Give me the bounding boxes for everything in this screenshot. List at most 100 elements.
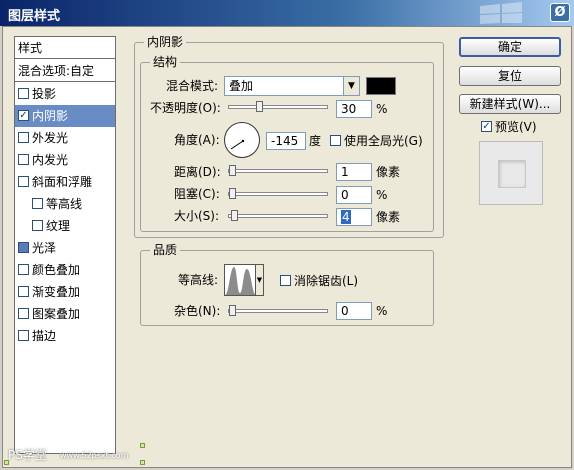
noise-label: 杂色(N): xyxy=(174,304,221,318)
close-button[interactable]: Ø xyxy=(550,3,570,22)
structure-title: 结构 xyxy=(150,55,181,69)
distance-slider[interactable] xyxy=(228,165,328,176)
style-item-satin[interactable]: 光泽 xyxy=(15,237,115,259)
style-item-inner-glow[interactable]: 内发光 xyxy=(15,149,115,171)
opacity-slider[interactable] xyxy=(228,101,328,112)
inner-shadow-title: 内阴影 xyxy=(144,35,187,49)
noise-slider-thumb[interactable] xyxy=(229,305,236,316)
anti-alias-option[interactable]: 消除锯齿(L) xyxy=(280,272,358,290)
checkbox-icon[interactable] xyxy=(32,220,43,231)
style-item-inner-shadow[interactable]: ✓ 内阴影 xyxy=(15,105,115,127)
angle-input[interactable]: -145 xyxy=(266,132,306,150)
window-title: 图层样式 xyxy=(8,9,61,24)
styles-header[interactable]: 样式 xyxy=(15,37,115,59)
checkbox-icon[interactable] xyxy=(18,264,29,275)
choke-unit: % xyxy=(376,188,388,202)
contour-curve-icon xyxy=(225,267,256,295)
style-item-gradient-overlay[interactable]: 渐变叠加 xyxy=(15,281,115,303)
style-item-label: 外发光 xyxy=(32,131,69,145)
opacity-label: 不透明度(O): xyxy=(150,101,221,115)
blend-options-item[interactable]: 混合选项:自定 xyxy=(15,60,115,82)
new-style-button[interactable]: 新建样式(W)... xyxy=(459,94,561,114)
checkbox-checked-icon[interactable] xyxy=(18,242,29,253)
styles-list: 样式 混合选项:自定 投影 ✓ 内阴影 外发光 内发光 斜面和浮雕 等高线 纹理 … xyxy=(14,36,116,454)
size-label: 大小(S): xyxy=(174,209,220,223)
style-item-color-overlay[interactable]: 颜色叠加 xyxy=(15,259,115,281)
windows-logo-icon xyxy=(480,2,522,24)
size-value: 4 xyxy=(341,210,351,224)
choke-slider[interactable] xyxy=(228,188,328,199)
style-item-drop-shadow[interactable]: 投影 xyxy=(15,83,115,105)
reset-button[interactable]: 复位 xyxy=(459,66,561,86)
size-slider-thumb[interactable] xyxy=(231,210,238,221)
chevron-down-icon: ▼ xyxy=(343,77,359,95)
shadow-color-swatch[interactable] xyxy=(366,77,396,95)
global-light-option[interactable]: 使用全局光(G) xyxy=(330,132,423,150)
checkbox-icon[interactable] xyxy=(18,132,29,143)
ok-button[interactable]: 确定 xyxy=(459,37,561,57)
choke-label: 阻塞(C): xyxy=(174,187,220,201)
noise-slider[interactable] xyxy=(228,305,328,316)
distance-slider-thumb[interactable] xyxy=(229,165,236,176)
style-item-pattern-overlay[interactable]: 图案叠加 xyxy=(15,303,115,325)
watermark-logo: PS学堂 xyxy=(8,448,47,462)
opacity-input[interactable]: 30 xyxy=(336,100,372,118)
checkbox-icon[interactable] xyxy=(18,88,29,99)
checkbox-checked-icon[interactable]: ✓ xyxy=(18,110,29,121)
corner-marker xyxy=(140,460,145,465)
title-bar: 图层样式 Ø xyxy=(0,0,574,26)
opacity-unit: % xyxy=(376,102,388,116)
contour-label: 等高线: xyxy=(178,273,219,287)
style-item-label: 等高线 xyxy=(46,197,83,211)
opacity-slider-thumb[interactable] xyxy=(256,101,263,112)
style-item-label: 颜色叠加 xyxy=(32,263,81,277)
checkbox-icon[interactable] xyxy=(280,275,291,286)
contour-picker[interactable]: ▼ xyxy=(224,264,264,296)
checkbox-icon[interactable] xyxy=(18,308,29,319)
style-item-contour[interactable]: 等高线 xyxy=(15,193,115,215)
style-item-outer-glow[interactable]: 外发光 xyxy=(15,127,115,149)
chevron-down-icon: ▼ xyxy=(255,265,263,295)
checkbox-icon[interactable] xyxy=(18,330,29,341)
style-item-label: 内阴影 xyxy=(32,109,69,123)
quality-title: 品质 xyxy=(150,243,181,257)
noise-input[interactable]: 0 xyxy=(336,302,372,320)
style-item-label: 投影 xyxy=(32,87,57,101)
checkbox-icon[interactable] xyxy=(32,198,43,209)
blend-mode-select[interactable]: 叠加 ▼ xyxy=(224,76,360,96)
choke-input[interactable]: 0 xyxy=(336,186,372,204)
preview-thumbnail xyxy=(498,160,526,188)
size-unit: 像素 xyxy=(376,210,401,224)
style-item-stroke[interactable]: 描边 xyxy=(15,325,115,347)
style-item-texture[interactable]: 纹理 xyxy=(15,215,115,237)
checkbox-checked-icon[interactable]: ✓ xyxy=(481,121,492,132)
style-item-label: 斜面和浮雕 xyxy=(32,175,93,189)
size-slider[interactable] xyxy=(228,210,328,221)
anti-alias-label: 消除锯齿(L) xyxy=(294,274,359,288)
angle-needle-icon xyxy=(230,139,245,150)
style-item-label: 渐变叠加 xyxy=(32,285,81,299)
style-item-label: 内发光 xyxy=(32,153,69,167)
style-item-label: 图案叠加 xyxy=(32,307,81,321)
style-item-label: 光泽 xyxy=(32,241,57,255)
checkbox-icon[interactable] xyxy=(18,176,29,187)
size-input[interactable]: 4 xyxy=(336,208,372,226)
global-light-label: 使用全局光(G) xyxy=(344,134,423,148)
checkbox-icon[interactable] xyxy=(330,135,341,146)
blend-mode-label: 混合模式: xyxy=(166,79,219,93)
style-item-bevel-emboss[interactable]: 斜面和浮雕 xyxy=(15,171,115,193)
distance-unit: 像素 xyxy=(376,165,401,179)
style-preview xyxy=(479,141,543,205)
checkbox-icon[interactable] xyxy=(18,286,29,297)
preview-option[interactable]: ✓ 预览(V) xyxy=(481,118,537,136)
choke-slider-thumb[interactable] xyxy=(229,188,236,199)
style-item-label: 描边 xyxy=(32,329,57,343)
angle-dial[interactable] xyxy=(224,122,260,158)
distance-input[interactable]: 1 xyxy=(336,163,372,181)
distance-label: 距离(D): xyxy=(174,165,221,179)
checkbox-icon[interactable] xyxy=(18,154,29,165)
angle-unit: 度 xyxy=(309,134,322,148)
watermark-url: www.52psxt.com xyxy=(60,451,129,460)
corner-marker xyxy=(140,443,145,448)
angle-label: 角度(A): xyxy=(174,133,220,147)
